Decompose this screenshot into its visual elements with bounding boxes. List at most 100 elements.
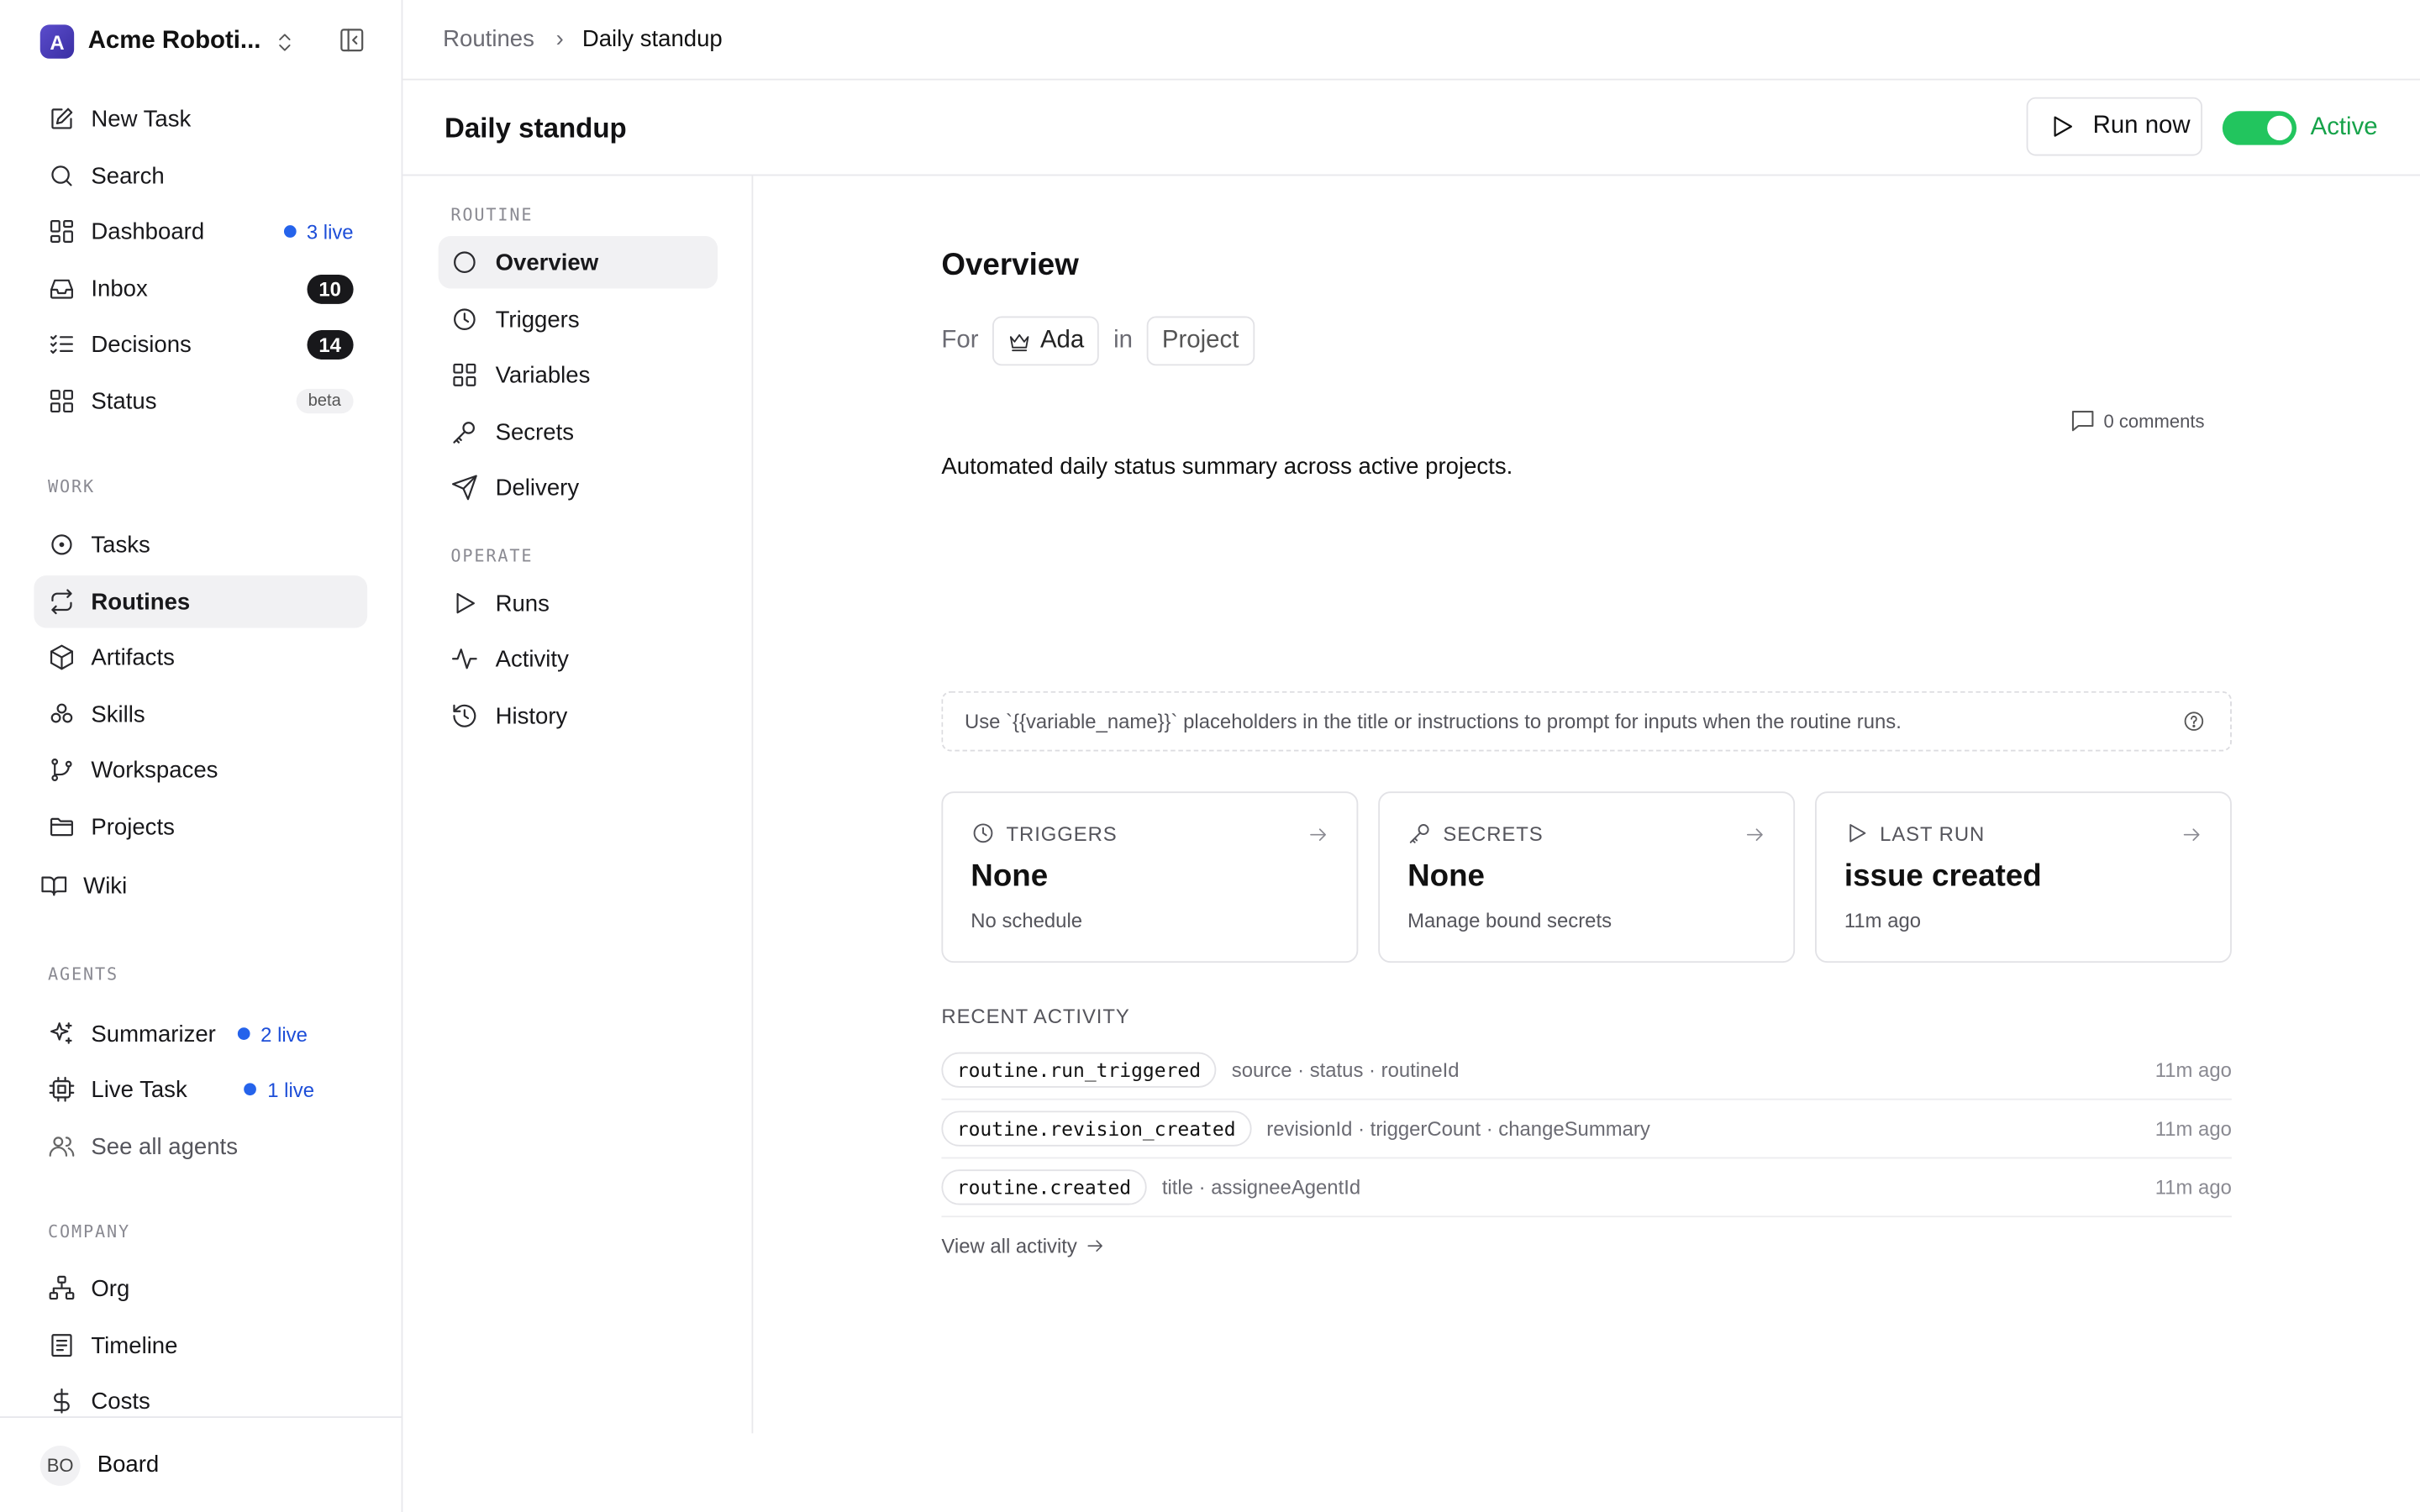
- key-icon: [1407, 821, 1443, 845]
- play-icon: [2048, 113, 2092, 140]
- workspace-switcher[interactable]: A Acme Roboti...: [39, 22, 371, 62]
- card-subtext: Manage bound secrets: [1407, 908, 1612, 932]
- subnav-item-variables[interactable]: Variables: [439, 349, 718, 401]
- project-chip[interactable]: Project: [1146, 316, 1255, 366]
- dollar-icon: [48, 1387, 91, 1415]
- agent-chip[interactable]: Ada: [992, 316, 1100, 366]
- sidebar-item-dashboard[interactable]: Dashboard 3 live: [34, 205, 367, 257]
- sidebar-item-label: Status: [91, 387, 157, 415]
- sidebar-item-skills[interactable]: Skills: [34, 688, 367, 740]
- breadcrumb-separator: ›: [555, 26, 564, 53]
- overview-panel: Overview For Ada in Project 0 comments A…: [753, 176, 2420, 1512]
- variables-hint: Use `{{variable_name}}` placeholders in …: [941, 690, 2232, 752]
- card-value: None: [1407, 859, 1485, 894]
- event-name: routine.created: [941, 1169, 1147, 1205]
- sidebar-item-label: Artifacts: [91, 643, 175, 671]
- repeat-icon: [48, 588, 91, 616]
- clock-icon: [971, 821, 1006, 845]
- sidebar-item-routines[interactable]: Routines: [34, 575, 368, 628]
- sidebar-item-tasks[interactable]: Tasks: [34, 518, 367, 570]
- sidebar-item-label: Skills: [91, 701, 145, 728]
- sidebar-item-timeline[interactable]: Timeline: [34, 1319, 367, 1371]
- folder-icon: [48, 813, 91, 841]
- chevron-up-down-icon: [273, 30, 297, 54]
- in-label: in: [1113, 327, 1134, 354]
- run-now-button[interactable]: Run now: [2026, 97, 2203, 156]
- search-icon: [48, 162, 91, 190]
- subnav-item-history[interactable]: History: [439, 690, 718, 742]
- arrow-right-icon: [1087, 1240, 1102, 1252]
- subnav-item-activity[interactable]: Activity: [439, 633, 718, 685]
- sidebar-item-label: Inbox: [91, 275, 148, 302]
- sidebar-item-projects[interactable]: Projects: [34, 801, 367, 853]
- workspace-logo: A: [39, 24, 75, 59]
- subnav-item-delivery[interactable]: Delivery: [439, 461, 718, 513]
- event-name: routine.run_triggered: [941, 1052, 1217, 1088]
- active-toggle[interactable]: [2222, 111, 2297, 145]
- sidebar-item-search[interactable]: Search: [34, 150, 367, 202]
- routine-description[interactable]: Automated daily status summary across ac…: [941, 454, 1512, 480]
- sidebar-item-workspaces[interactable]: Workspaces: [34, 743, 367, 795]
- key-icon: [450, 418, 495, 446]
- view-all-activity-link[interactable]: View all activity: [941, 1234, 1105, 1257]
- subnav-item-runs[interactable]: Runs: [439, 577, 718, 629]
- activity-row[interactable]: routine.run_triggered source · status · …: [941, 1042, 2232, 1100]
- sidebar-item-label: New Task: [91, 105, 192, 133]
- live-badge: 3 live: [283, 220, 354, 243]
- subnav-item-label: Variables: [495, 361, 591, 388]
- event-time: 11m ago: [2154, 1175, 2232, 1200]
- activity-row[interactable]: routine.created title · assigneeAgentId …: [941, 1158, 2232, 1218]
- secrets-card[interactable]: SECRETS None Manage bound secrets: [1378, 791, 1796, 963]
- sidebar-item-status[interactable]: Status beta: [34, 375, 367, 427]
- subnav-item-secrets[interactable]: Secrets: [439, 406, 718, 458]
- breadcrumb-routines-link[interactable]: Routines: [443, 26, 534, 52]
- beta-tag: beta: [295, 388, 354, 414]
- grid-icon: [450, 361, 495, 389]
- sidebar-item-inbox[interactable]: Inbox 10: [34, 262, 367, 314]
- sidebar-item-label: Dashboard: [91, 218, 205, 245]
- collapse-sidebar-icon[interactable]: [338, 26, 366, 54]
- sidebar-footer[interactable]: BO Board: [0, 1416, 402, 1512]
- live-badge: 2 live: [237, 1022, 308, 1045]
- live-badge: 1 live: [244, 1078, 314, 1101]
- sidebar-item-artifacts[interactable]: Artifacts: [34, 631, 367, 683]
- sidebar-item-new-task[interactable]: New Task: [34, 92, 367, 144]
- sidebar-item-live-task[interactable]: Live Task 1 live: [34, 1063, 367, 1116]
- triggers-card[interactable]: TRIGGERS None No schedule: [941, 791, 1359, 963]
- subnav-item-label: Triggers: [495, 306, 580, 333]
- event-fields: source · status · routineId: [1231, 1058, 1460, 1082]
- overview-title: Overview: [941, 248, 1079, 283]
- sidebar-item-label: Workspaces: [91, 756, 218, 784]
- send-icon: [450, 474, 495, 501]
- page-title: Daily standup: [444, 113, 627, 144]
- sidebar: A Acme Roboti... New Task Search Dashboa…: [0, 0, 403, 1512]
- play-icon: [1844, 821, 1880, 845]
- sidebar-item-wiki[interactable]: Wiki: [26, 859, 360, 911]
- subnav-item-triggers[interactable]: Triggers: [439, 293, 718, 345]
- sidebar-item-label: Routines: [91, 588, 191, 615]
- activity-row[interactable]: routine.revision_created revisionId · tr…: [941, 1100, 2232, 1159]
- view-all-label: View all activity: [941, 1234, 1077, 1257]
- subnav-item-overview[interactable]: Overview: [438, 236, 718, 289]
- org-chart-icon: [48, 1274, 91, 1302]
- for-label: For: [941, 327, 979, 354]
- subnav-item-label: Secrets: [495, 418, 575, 445]
- users-icon: [48, 1132, 91, 1160]
- subnav-item-label: History: [495, 702, 568, 729]
- card-value: None: [971, 859, 1049, 894]
- sidebar-item-org[interactable]: Org: [34, 1262, 367, 1314]
- list-check-icon: [48, 330, 91, 358]
- event-name: routine.revision_created: [941, 1110, 1251, 1147]
- help-icon[interactable]: [2182, 710, 2206, 733]
- agent-name: Ada: [1039, 327, 1085, 354]
- comments-link[interactable]: 0 comments: [2070, 407, 2205, 433]
- activity-icon: [450, 645, 495, 673]
- last-run-card[interactable]: LAST RUN issue created 11m ago: [1815, 791, 2232, 963]
- play-icon: [450, 590, 495, 617]
- cpu-icon: [48, 1075, 91, 1103]
- sidebar-item-summarizer[interactable]: Summarizer 2 live: [34, 1007, 367, 1059]
- hint-text: Use `{{variable_name}}` placeholders in …: [964, 709, 1902, 733]
- sidebar-item-see-all-agents[interactable]: See all agents: [34, 1120, 367, 1172]
- sparkles-icon: [48, 1020, 91, 1047]
- sidebar-item-decisions[interactable]: Decisions 14: [34, 318, 367, 370]
